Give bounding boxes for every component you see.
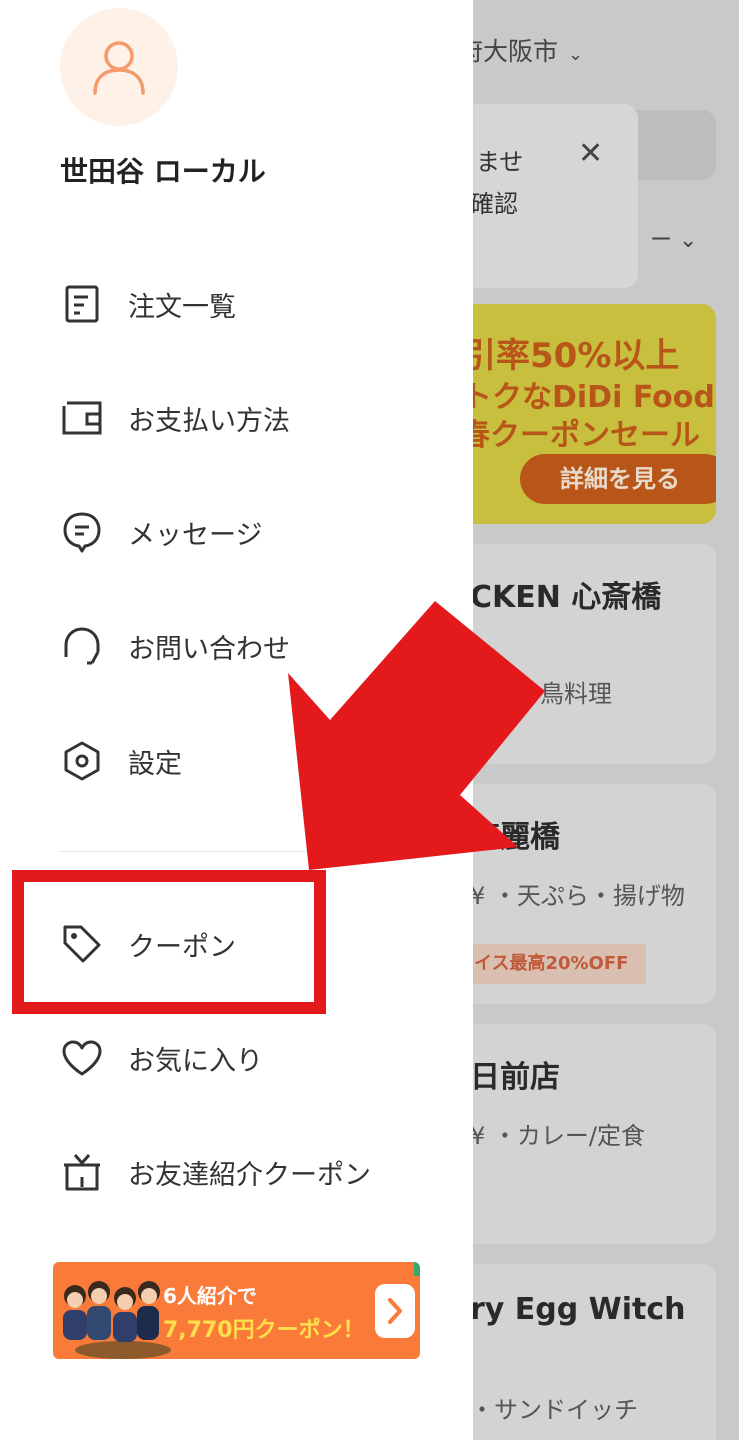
restaurant-name: CKEN 心斎橋 xyxy=(470,580,662,615)
promo-line-1: 6人紹介で xyxy=(163,1284,257,1308)
restaurant-card[interactable]: ry Egg Witch ・サンドイッチ xyxy=(440,1264,716,1440)
divider xyxy=(60,851,473,852)
wallet-icon xyxy=(60,396,104,440)
menu-item-label: クーポン xyxy=(128,931,236,963)
banner-line-1: 引率50%以上 xyxy=(462,336,680,376)
restaurant-category: ・サンドイッチ xyxy=(470,1396,638,1424)
popup-text-2: 確認 xyxy=(470,190,518,218)
menu-item-contact[interactable]: お問い合わせ xyxy=(60,616,440,676)
restaurant-card[interactable]: 日前店 ¥ ・カレー/定食 xyxy=(440,1024,716,1244)
banner-details-button[interactable]: 詳細を見る xyxy=(520,454,716,504)
menu-item-messages[interactable]: メッセージ xyxy=(60,502,440,562)
restaurant-category: 鳥料理 xyxy=(540,680,612,708)
close-icon[interactable]: ✕ xyxy=(578,136,603,171)
promo-banner[interactable]: 引率50%以上 トクなDiDi Food 春クーポンセール 詳細を見る xyxy=(440,304,716,524)
menu-item-label: 設定 xyxy=(128,748,182,780)
headset-icon xyxy=(60,624,104,668)
gift-icon xyxy=(60,1150,104,1194)
menu-item-orders[interactable]: 注文一覧 xyxy=(60,274,440,334)
menu-item-coupons[interactable]: クーポン xyxy=(60,914,440,974)
chevron-down-icon: ⌄ xyxy=(568,44,584,65)
people-illustration xyxy=(63,1281,171,1359)
menu-item-label: お気に入り xyxy=(128,1045,263,1077)
sort-dropdown[interactable]: ー ⌄ xyxy=(650,222,697,254)
menu-item-label: お友達紹介クーポン xyxy=(128,1159,371,1191)
restaurant-name: 日前店 xyxy=(470,1060,560,1095)
promo-line-2: 7,770円クーポン！ xyxy=(163,1318,365,1343)
avatar[interactable] xyxy=(60,8,178,126)
receipt-icon xyxy=(60,282,104,326)
menu-item-settings[interactable]: 設定 xyxy=(60,731,440,791)
referral-promo-banner[interactable]: 6人紹介で 7,770円クーポン！ xyxy=(53,1262,420,1359)
popup-text-1: ませ xyxy=(476,148,524,176)
location-label: 府大阪市 xyxy=(458,37,559,66)
user-icon xyxy=(93,41,145,95)
message-icon xyxy=(60,510,104,554)
chevron-right-icon[interactable] xyxy=(375,1284,415,1338)
heart-icon xyxy=(60,1036,104,1080)
menu-item-label: メッセージ xyxy=(128,519,263,551)
tag-icon xyxy=(60,922,104,966)
banner-line-3: 春クーポンセール xyxy=(460,418,700,453)
menu-item-label: 注文一覧 xyxy=(128,291,236,323)
discount-badge: イス最高20%OFF xyxy=(470,944,647,984)
username: 世田谷 ローカル xyxy=(60,155,266,188)
menu-item-payment[interactable]: お支払い方法 xyxy=(60,388,440,448)
restaurant-name: 高麗橋 xyxy=(470,820,560,855)
corner-accent xyxy=(414,1262,420,1276)
restaurant-category: ¥ ・天ぷら・揚げ物 xyxy=(470,882,685,910)
menu-item-favorites[interactable]: お気に入り xyxy=(60,1028,440,1088)
restaurant-category: ¥ ・カレー/定食 xyxy=(470,1122,645,1150)
restaurant-name: ry Egg Witch xyxy=(470,1292,686,1327)
menu-item-label: お支払い方法 xyxy=(128,405,290,437)
restaurant-card[interactable]: CKEN 心斎橋 鳥料理 xyxy=(440,544,716,764)
side-drawer: 世田谷 ローカル 注文一覧 お支払い方法 メッセージ お問い合わせ 設定 クーポ… xyxy=(0,0,473,1440)
menu-item-referral[interactable]: お友達紹介クーポン xyxy=(60,1142,440,1202)
restaurant-card[interactable]: 高麗橋 ¥ ・天ぷら・揚げ物 イス最高20%OFF xyxy=(440,784,716,1004)
menu-item-label: お問い合わせ xyxy=(128,633,290,665)
location-selector[interactable]: 府大阪市 ⌄ xyxy=(458,32,583,68)
settings-icon xyxy=(60,739,104,783)
